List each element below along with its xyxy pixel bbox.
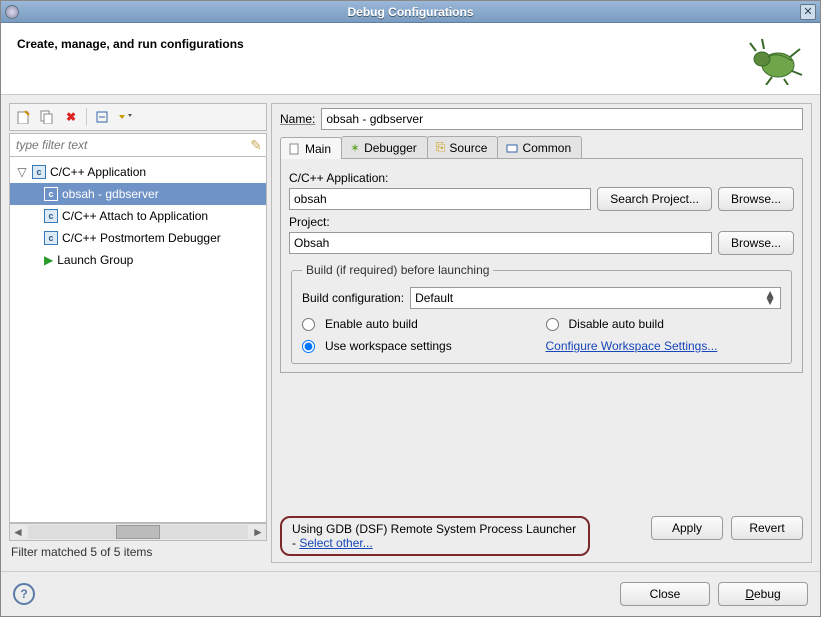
select-other-link[interactable]: Select other...	[299, 536, 372, 550]
use-workspace-radio[interactable]	[302, 340, 315, 353]
page-icon	[289, 143, 301, 155]
tab-source[interactable]: ⎘ Source	[427, 136, 499, 158]
launch-group-icon: ▶	[44, 253, 53, 267]
scroll-right-icon[interactable]: ►	[250, 525, 266, 539]
collapse-all-icon[interactable]	[93, 108, 111, 126]
clear-filter-icon[interactable]: ✎	[250, 137, 262, 154]
filter-menu-icon[interactable]	[117, 108, 135, 126]
tab-bar: Main ✶ Debugger ⎘ Source Common	[280, 136, 803, 159]
dialog-window: Debug Configurations ✕ Create, manage, a…	[0, 0, 821, 617]
bug-small-icon: ✶	[350, 141, 360, 155]
select-arrows-icon: ▲▼	[764, 291, 776, 305]
tree-label: Launch Group	[57, 253, 133, 267]
build-config-value: Default	[415, 291, 453, 305]
filter-input-wrap: ✎	[9, 133, 267, 157]
name-input[interactable]	[321, 108, 803, 130]
build-group-legend: Build (if required) before launching	[302, 263, 493, 277]
tab-debugger[interactable]: ✶ Debugger	[341, 136, 428, 158]
build-config-select[interactable]: Default ▲▼	[410, 287, 781, 309]
help-icon[interactable]: ?	[13, 583, 35, 605]
toolbar-separator	[86, 108, 87, 126]
debug-button[interactable]: Debug	[718, 582, 808, 606]
right-bottom-row: Using GDB (DSF) Remote System Process La…	[280, 516, 803, 556]
scroll-track[interactable]	[28, 525, 248, 539]
tab-label: Source	[449, 141, 487, 155]
header: Create, manage, and run configurations	[1, 23, 820, 95]
header-title: Create, manage, and run configurations	[17, 37, 744, 51]
delete-config-icon[interactable]: ✖	[62, 108, 80, 126]
expander-icon[interactable]: ▽	[16, 165, 28, 179]
search-project-button[interactable]: Search Project...	[597, 187, 712, 211]
duplicate-config-icon[interactable]	[38, 108, 56, 126]
config-tree[interactable]: ▽ c C/C++ Application c obsah - gdbserve…	[9, 157, 267, 523]
spacer	[280, 373, 803, 508]
tab-label: Main	[305, 142, 331, 156]
app-label: C/C++ Application:	[289, 171, 794, 185]
tree-label: obsah - gdbserver	[62, 187, 159, 201]
build-config-label: Build configuration:	[302, 291, 404, 305]
tab-main[interactable]: Main	[280, 137, 342, 159]
tree-item-launch-group[interactable]: ▶ Launch Group	[10, 249, 266, 271]
common-icon	[506, 142, 518, 154]
app-icon	[5, 5, 19, 19]
browse-project-button[interactable]: Browse...	[718, 231, 794, 255]
titlebar[interactable]: Debug Configurations ✕	[1, 1, 820, 23]
use-workspace-label: Use workspace settings	[325, 339, 452, 353]
close-button[interactable]: Close	[620, 582, 710, 606]
tab-main-body: C/C++ Application: Search Project... Bro…	[280, 159, 803, 373]
enable-auto-build-label: Enable auto build	[325, 317, 418, 331]
filter-status: Filter matched 5 of 5 items	[9, 541, 267, 563]
enable-auto-build-radio[interactable]	[302, 318, 315, 331]
tree-item-postmortem[interactable]: c C/C++ Postmortem Debugger	[10, 227, 266, 249]
tree-item-attach[interactable]: c C/C++ Attach to Application	[10, 205, 266, 227]
c-app-icon: c	[32, 165, 46, 179]
tab-label: Common	[522, 141, 571, 155]
new-config-icon[interactable]	[14, 108, 32, 126]
horizontal-scrollbar[interactable]: ◄ ►	[9, 523, 267, 541]
tree-root-cpp-app[interactable]: ▽ c C/C++ Application	[10, 161, 266, 183]
tree-label: C/C++ Application	[50, 165, 146, 179]
disable-auto-build-radio[interactable]	[546, 318, 559, 331]
scroll-thumb[interactable]	[116, 525, 160, 539]
bug-icon	[744, 37, 804, 85]
right-pane: Name: Main ✶ Debugger ⎘ Source	[271, 103, 812, 563]
filter-input[interactable]	[14, 137, 250, 153]
name-row: Name:	[280, 108, 803, 130]
build-group: Build (if required) before launching Bui…	[291, 263, 792, 364]
c-app-icon: c	[44, 209, 58, 223]
tree-label: C/C++ Postmortem Debugger	[62, 231, 221, 245]
tab-common[interactable]: Common	[497, 136, 582, 158]
browse-app-button[interactable]: Browse...	[718, 187, 794, 211]
project-label: Project:	[289, 215, 794, 229]
source-icon: ⎘	[436, 140, 446, 155]
c-app-icon: c	[44, 187, 58, 201]
apply-button[interactable]: Apply	[651, 516, 723, 540]
tree-item-obsah[interactable]: c obsah - gdbserver	[10, 183, 266, 205]
name-label: Name:	[280, 112, 315, 126]
footer: ? Close Debug	[1, 571, 820, 616]
body: ✖ ✎ ▽ c C/C++ Application c obsah - gdbs…	[1, 95, 820, 571]
left-toolbar: ✖	[9, 103, 267, 131]
scroll-left-icon[interactable]: ◄	[10, 525, 26, 539]
project-input[interactable]	[289, 232, 712, 254]
close-icon[interactable]: ✕	[800, 4, 816, 20]
c-app-icon: c	[44, 231, 58, 245]
configure-workspace-link[interactable]: Configure Workspace Settings...	[546, 339, 718, 353]
launcher-info: Using GDB (DSF) Remote System Process La…	[280, 516, 590, 556]
left-pane: ✖ ✎ ▽ c C/C++ Application c obsah - gdbs…	[9, 103, 267, 563]
debug-label-rest: ebug	[754, 587, 781, 601]
window-title: Debug Configurations	[348, 5, 474, 19]
tab-label: Debugger	[364, 141, 417, 155]
disable-auto-build-label: Disable auto build	[569, 317, 664, 331]
revert-button[interactable]: Revert	[731, 516, 803, 540]
app-input[interactable]	[289, 188, 591, 210]
tree-label: C/C++ Attach to Application	[62, 209, 208, 223]
